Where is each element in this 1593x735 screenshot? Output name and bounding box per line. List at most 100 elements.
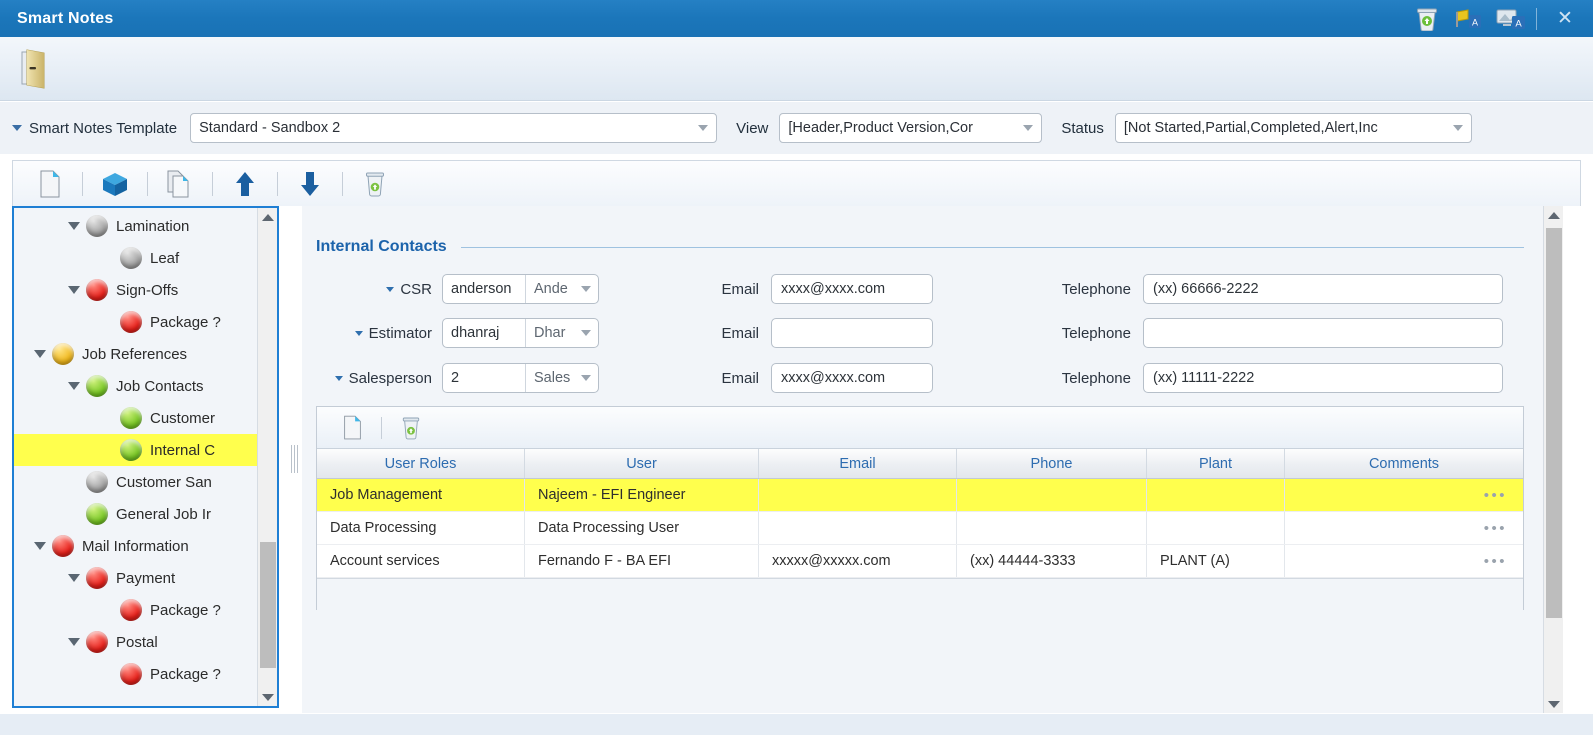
tree-item-general-job-ir[interactable]: General Job Ir — [14, 498, 259, 530]
grid-cell-comments[interactable]: ••• — [1285, 545, 1523, 577]
grid-cell-comments[interactable]: ••• — [1285, 512, 1523, 544]
grid-cell-phone[interactable]: (xx) 44444-3333 — [957, 545, 1147, 577]
recycle-bin-icon[interactable] — [1406, 0, 1448, 37]
panel-splitter[interactable] — [288, 444, 300, 474]
tree-item-mail-information[interactable]: Mail Information — [14, 530, 259, 562]
move-up-button[interactable] — [222, 164, 268, 204]
tree-expand-toggle-icon[interactable] — [68, 574, 80, 582]
grid-new-row-button[interactable] — [333, 411, 371, 445]
tree-item-postal[interactable]: Postal — [14, 626, 259, 658]
contact-select-estimator[interactable]: dhanraj Dhar — [442, 318, 599, 348]
contact-select-salesperson[interactable]: 2 Sales — [442, 363, 599, 393]
contact-code-input[interactable]: anderson — [443, 281, 525, 297]
status-select[interactable]: [Not Started,Partial,Completed,Alert,Inc — [1114, 113, 1472, 143]
view-select[interactable]: [Header,Product Version,Cor — [779, 113, 1043, 143]
telephone-input-salesperson[interactable]: (xx) 11111-2222 — [1143, 363, 1503, 393]
detail-scroll-up-button[interactable] — [1544, 206, 1563, 224]
contact-select-csr[interactable]: anderson Ande — [442, 274, 599, 304]
tree-toggle-spacer — [102, 318, 114, 326]
grid-column-header-user-roles[interactable]: User Roles — [317, 449, 525, 478]
grid-header-row: User Roles User Email Phone Plant Comments — [317, 449, 1523, 479]
telephone-input-estimator[interactable] — [1143, 318, 1503, 348]
screen-annotation-icon[interactable]: A — [1490, 0, 1532, 37]
tree-expand-toggle-icon[interactable] — [34, 542, 46, 550]
table-row[interactable]: Data Processing Data Processing User ••• — [317, 512, 1523, 545]
grid-cell-user-roles[interactable]: Job Management — [317, 479, 525, 511]
grid-cell-user[interactable]: Najeem - EFI Engineer — [525, 479, 759, 511]
tree-item-payment[interactable]: Payment — [14, 562, 259, 594]
grid-cell-user[interactable]: Data Processing User — [525, 512, 759, 544]
status-bullet-red-icon — [120, 311, 142, 333]
close-icon[interactable]: ✕ — [1545, 0, 1585, 37]
tree-item-customer[interactable]: Customer — [14, 402, 259, 434]
navigation-tree[interactable]: Lamination Leaf Sign-Offs Package ? Job Refe… — [14, 208, 259, 706]
tree-item-lamination[interactable]: Lamination — [14, 210, 259, 242]
table-row[interactable]: Job Management Najeem - EFI Engineer ••• — [317, 479, 1523, 512]
grid-cell-email[interactable] — [759, 512, 957, 544]
detail-scrollbar-thumb[interactable] — [1546, 228, 1562, 618]
grid-cell-phone[interactable] — [957, 512, 1147, 544]
grid-column-header-comments[interactable]: Comments — [1285, 449, 1523, 478]
grid-cell-comments[interactable]: ••• — [1285, 479, 1523, 511]
grid-column-header-plant[interactable]: Plant — [1147, 449, 1285, 478]
grid-cell-user[interactable]: Fernando F - BA EFI — [525, 545, 759, 577]
contact-code-input[interactable]: 2 — [443, 370, 525, 386]
email-input-salesperson[interactable]: xxxx@xxxx.com — [771, 363, 933, 393]
status-bullet-green-icon — [120, 407, 142, 429]
grid-cell-plant[interactable] — [1147, 479, 1285, 511]
tree-item-customer-san[interactable]: Customer San — [14, 466, 259, 498]
detail-scrollbar[interactable] — [1543, 206, 1563, 713]
detail-scroll-down-button[interactable] — [1544, 695, 1563, 713]
delete-button[interactable] — [352, 164, 398, 204]
lookup-caret-icon[interactable] — [334, 375, 343, 381]
row-menu-icon[interactable]: ••• — [1484, 553, 1507, 570]
tree-scroll-down-button[interactable] — [258, 688, 277, 706]
chevron-down-icon — [581, 375, 591, 381]
tree-expand-toggle-icon[interactable] — [68, 382, 80, 390]
tree-item-package[interactable]: Package ? — [14, 306, 259, 338]
tree-expand-toggle-icon[interactable] — [68, 222, 80, 230]
tree-item-leaf[interactable]: Leaf — [14, 242, 259, 274]
copy-button[interactable] — [157, 164, 203, 204]
grid-cell-plant[interactable] — [1147, 512, 1285, 544]
contact-code-input[interactable]: dhanraj — [443, 325, 525, 341]
email-input-csr[interactable]: xxxx@xxxx.com — [771, 274, 933, 304]
grid-cell-email[interactable]: xxxxx@xxxxx.com — [759, 545, 957, 577]
tree-item-package[interactable]: Package ? — [14, 658, 259, 690]
row-menu-icon[interactable]: ••• — [1484, 487, 1507, 504]
grid-cell-phone[interactable] — [957, 479, 1147, 511]
telephone-input-csr[interactable]: (xx) 66666-2222 — [1143, 274, 1503, 304]
tree-scroll-up-button[interactable] — [258, 208, 277, 226]
exit-door-icon[interactable] — [18, 47, 58, 91]
tree-expand-toggle-icon[interactable] — [68, 286, 80, 294]
row-menu-icon[interactable]: ••• — [1484, 520, 1507, 537]
email-input-estimator[interactable] — [771, 318, 933, 348]
grid-cell-user-roles[interactable]: Account services — [317, 545, 525, 577]
tree-item-package[interactable]: Package ? — [14, 594, 259, 626]
flag-annotation-icon[interactable]: A — [1448, 0, 1490, 37]
grid-cell-plant[interactable]: PLANT (A) — [1147, 545, 1285, 577]
table-row[interactable]: Account services Fernando F - BA EFI xxxxx… — [317, 545, 1523, 578]
tree-item-job-references[interactable]: Job References — [14, 338, 259, 370]
grid-cell-user-roles[interactable]: Data Processing — [317, 512, 525, 544]
lookup-caret-icon[interactable] — [386, 286, 395, 292]
tree-expand-toggle-icon[interactable] — [68, 638, 80, 646]
new-document-button[interactable] — [27, 164, 73, 204]
lookup-caret-icon[interactable] — [354, 330, 363, 336]
grid-column-header-user[interactable]: User — [525, 449, 759, 478]
tree-scrollbar[interactable] — [257, 208, 277, 706]
grid-column-header-email[interactable]: Email — [759, 449, 957, 478]
tree-item-internal-c[interactable]: Internal C — [14, 434, 259, 466]
tree-scrollbar-thumb[interactable] — [260, 542, 276, 668]
grid-column-header-phone[interactable]: Phone — [957, 449, 1147, 478]
tree-item-job-contacts[interactable]: Job Contacts — [14, 370, 259, 402]
grid-delete-row-button[interactable] — [392, 411, 430, 445]
move-down-button[interactable] — [287, 164, 333, 204]
template-select[interactable]: Standard - Sandbox 2 — [190, 113, 718, 143]
collapse-caret-icon[interactable] — [12, 125, 22, 131]
status-bullet-green-icon — [86, 503, 108, 525]
tree-expand-toggle-icon[interactable] — [34, 350, 46, 358]
tree-item-sign-offs[interactable]: Sign-Offs — [14, 274, 259, 306]
grid-cell-email[interactable] — [759, 479, 957, 511]
package-cube-button[interactable] — [92, 164, 138, 204]
